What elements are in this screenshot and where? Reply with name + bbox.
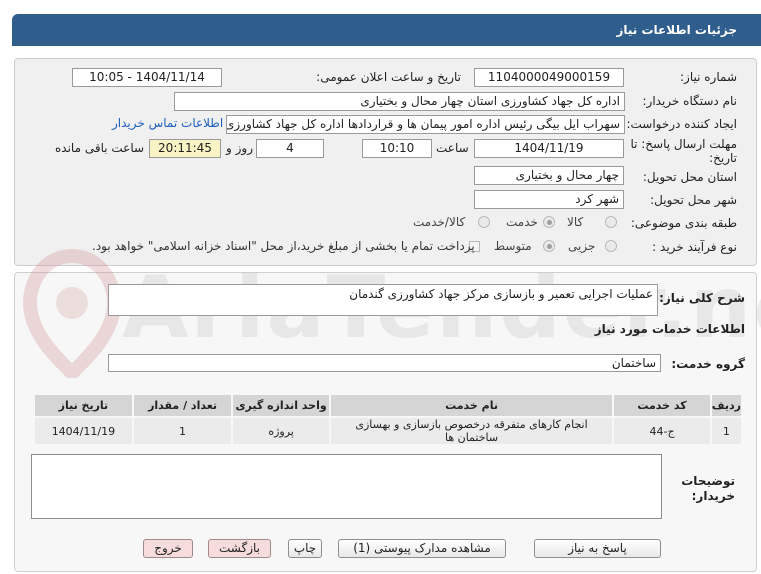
services-table: ردیف کد خدمت نام خدمت واحد اندازه گیری ت… [33, 393, 744, 446]
category-goods-radio[interactable] [605, 216, 617, 228]
category-service-label: خدمت [506, 215, 538, 229]
announce-date-field: 1404/11/14 - 10:05 [72, 68, 222, 87]
deadline-label: مهلت ارسال پاسخ: تا [630, 137, 737, 151]
deadline-hour-label: ساعت [436, 141, 469, 155]
service-group-field: ساختمان [108, 354, 661, 372]
col-unit-header: واحد اندازه گیری [231, 393, 331, 418]
need-number-field: 1104000049000159 [474, 68, 624, 87]
category-service-radio[interactable] [543, 216, 555, 228]
category-goods-label: کالا [567, 215, 584, 229]
col-date-header: تاریخ نیاز [33, 393, 134, 418]
table-row: 1 ج-44 انجام کارهای متفرقه درخصوص بازساز… [33, 416, 744, 446]
days-field: 4 [256, 139, 324, 158]
deadline-date-field: 1404/11/19 [474, 139, 624, 158]
city-field: شهر کرد [474, 190, 624, 209]
creator-field: سهراب ایل بیگی رئیس اداره امور پیمان ها … [226, 115, 625, 134]
buyer-notes-field [31, 454, 662, 519]
cell-service-code: ج-44 [612, 416, 712, 446]
col-code-header: کد خدمت [612, 393, 712, 418]
page-header: جزئیات اطلاعات نیاز [0, 0, 761, 46]
creator-label: ایجاد کننده درخواست: [626, 117, 737, 131]
city-label: شهر محل تحویل: [650, 193, 737, 207]
announce-date-label: تاریخ و ساعت اعلان عمومی: [316, 70, 461, 84]
cell-need-date: 1404/11/19 [33, 416, 134, 446]
cell-row-number: 1 [709, 416, 744, 446]
services-section-title: اطلاعات خدمات مورد نیاز [594, 322, 745, 336]
buyer-org-label: نام دستگاه خریدار: [642, 94, 738, 108]
need-details-panel [14, 58, 757, 266]
header-bar: جزئیات اطلاعات نیاز [12, 14, 761, 46]
service-group-label: گروه خدمت: [671, 357, 745, 371]
province-label: استان محل تحویل: [642, 170, 737, 184]
days-label: روز و [226, 141, 253, 155]
print-button[interactable]: چاپ [288, 539, 322, 558]
col-name-header: نام خدمت [328, 393, 615, 418]
buyer-notes-label: توضیحات [681, 474, 735, 488]
services-table-header: ردیف کد خدمت نام خدمت واحد اندازه گیری ت… [33, 393, 744, 418]
deadline-date-label: تاریخ: [709, 151, 737, 165]
back-button[interactable]: بازگشت [208, 539, 271, 558]
process-minor-label: جزیی [568, 239, 596, 253]
cell-quantity: 1 [131, 416, 234, 446]
category-label: طبقه بندی موضوعی: [630, 216, 737, 230]
exit-button[interactable]: خروج [143, 539, 193, 558]
description-label: شرح کلی نیاز: [659, 291, 745, 305]
process-medium-label: متوسط [494, 239, 532, 253]
buyer-notes-label-2: خریدار: [691, 489, 735, 503]
col-row-header: ردیف [709, 393, 744, 418]
description-field: عملیات اجرایی تعمیر و بازسازی مرکز جهاد … [108, 284, 658, 316]
reply-button[interactable]: پاسخ به نیاز [534, 539, 661, 558]
province-field: چهار محال و بختیاری [474, 166, 624, 185]
category-goods-service-radio[interactable] [478, 216, 490, 228]
buyer-contact-link[interactable]: اطلاعات تماس خریدار [112, 116, 223, 130]
col-qty-header: تعداد / مقدار [131, 393, 234, 418]
treasury-payment-note: پرداخت تمام یا بخشی از مبلغ خرید،از محل … [92, 239, 475, 253]
page-title: جزئیات اطلاعات نیاز [616, 23, 737, 37]
remaining-label: ساعت باقی مانده [55, 141, 145, 155]
process-label: نوع فرآیند خرید : [652, 240, 737, 254]
deadline-time-field: 10:10 [362, 139, 432, 158]
category-goods-service-label: کالا/خدمت [413, 215, 466, 229]
view-attachments-button[interactable]: مشاهده مدارک پیوستی (1) [338, 539, 506, 558]
buyer-org-field: اداره کل جهاد کشاورزی استان چهار محال و … [174, 92, 625, 111]
process-medium-radio[interactable] [543, 240, 555, 252]
cell-unit: پروژه [231, 416, 331, 446]
need-number-label: شماره نیاز: [680, 70, 737, 84]
cell-service-name: انجام کارهای متفرقه درخصوص بازسازی و بهس… [328, 416, 615, 446]
remaining-time-field: 20:11:45 [149, 139, 221, 158]
process-minor-radio[interactable] [605, 240, 617, 252]
